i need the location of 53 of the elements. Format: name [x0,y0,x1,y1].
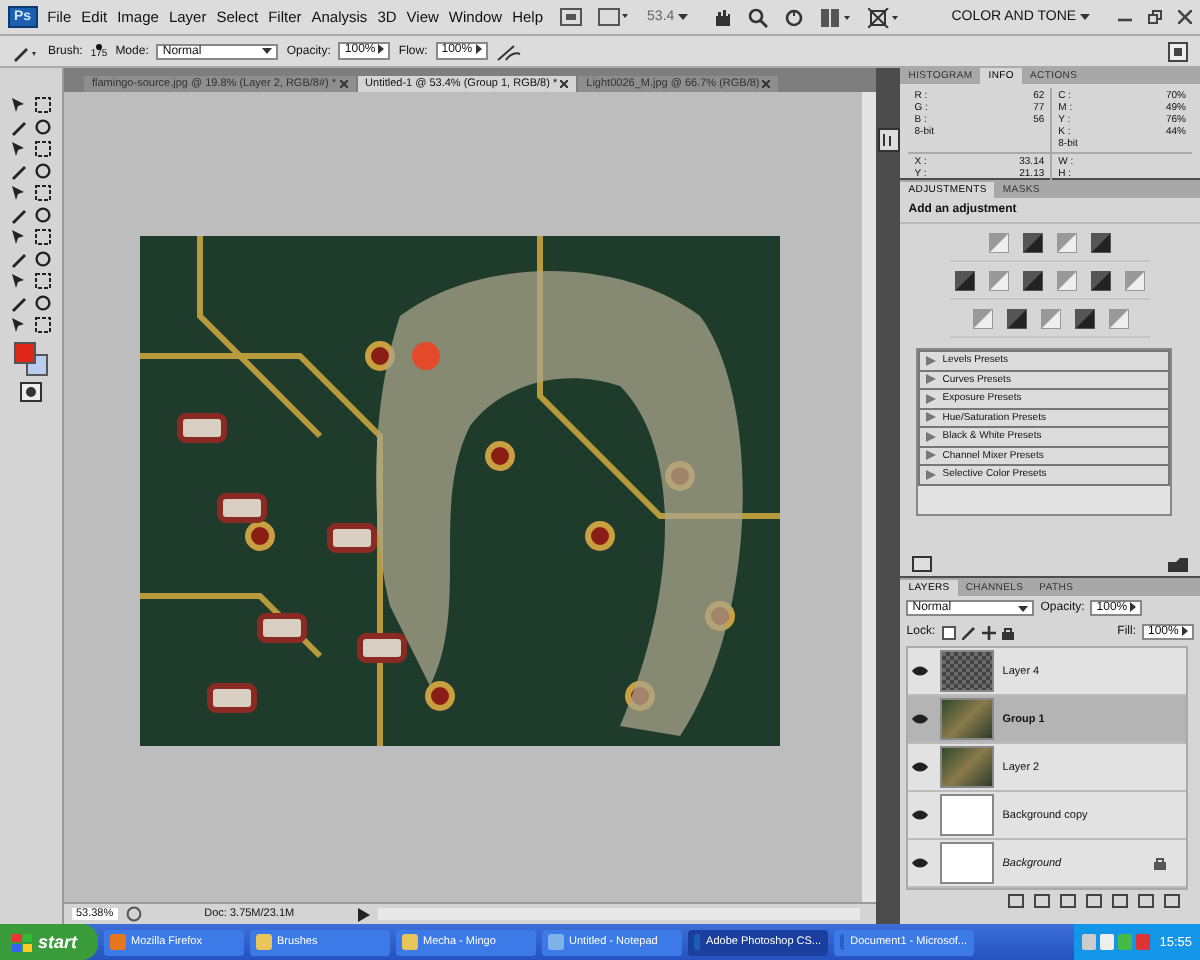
close-icon[interactable] [1178,10,1192,24]
color-swatches[interactable] [14,342,47,374]
layer-icon[interactable] [912,556,933,572]
eye-icon[interactable] [912,714,929,725]
start-button[interactable]: start [0,924,98,960]
screen-mode-icon[interactable] [597,8,630,26]
status-menu-icon[interactable] [357,907,370,921]
airbrush-icon[interactable] [495,41,524,61]
caret-icon [262,48,273,54]
extras-icon[interactable] [868,7,901,27]
restore-icon[interactable] [1148,10,1162,24]
eye-icon[interactable] [912,762,929,773]
expand-triangle-icon[interactable] [926,393,937,404]
expand-triangle-icon[interactable] [926,412,937,423]
caret-icon [1018,605,1029,612]
status-icon [125,906,142,922]
arrow-icon[interactable] [1182,626,1189,637]
expand-triangle-icon[interactable] [926,374,937,385]
expand-triangle-icon[interactable] [926,431,937,442]
eye-icon[interactable] [912,810,929,821]
close-icon[interactable] [339,79,348,88]
close-icon[interactable] [560,79,569,88]
image-thumbnail [940,746,995,789]
expand-triangle-icon[interactable] [926,450,937,461]
transparent-thumbnail [940,650,995,693]
marquee-tool-icon[interactable] [33,96,52,114]
eye-icon[interactable] [912,666,929,677]
lock-transparency-icon[interactable] [941,625,956,640]
arrow-icon[interactable] [1130,602,1137,612]
quick-mask-icon[interactable] [19,382,42,402]
panel-toggle-icon[interactable] [1168,41,1188,61]
hand-icon[interactable] [712,7,733,27]
move-icon[interactable] [981,625,996,640]
panel-icon[interactable] [877,128,900,152]
brush-icon[interactable] [961,625,976,640]
eye-icon[interactable] [912,858,929,869]
windows-logo-icon [12,933,32,951]
bridge-icon[interactable] [559,8,582,26]
select-tool-icon[interactable] [9,272,28,290]
zoom-icon[interactable] [748,7,769,27]
arrange-icon[interactable] [820,7,853,27]
expand-triangle-icon[interactable] [926,355,937,366]
expand-triangle-icon[interactable] [926,469,937,480]
arrow-icon[interactable] [475,44,482,55]
blank-thumbnail [940,842,995,885]
lock-icon[interactable] [1001,625,1014,640]
caret-icon [678,13,689,20]
image-thumbnail [940,698,995,741]
caret-icon [1080,13,1090,20]
arrow-icon[interactable] [378,44,385,55]
blank-thumbnail [940,794,995,837]
close-icon[interactable] [762,79,771,88]
move-tool-icon[interactable] [9,96,28,114]
